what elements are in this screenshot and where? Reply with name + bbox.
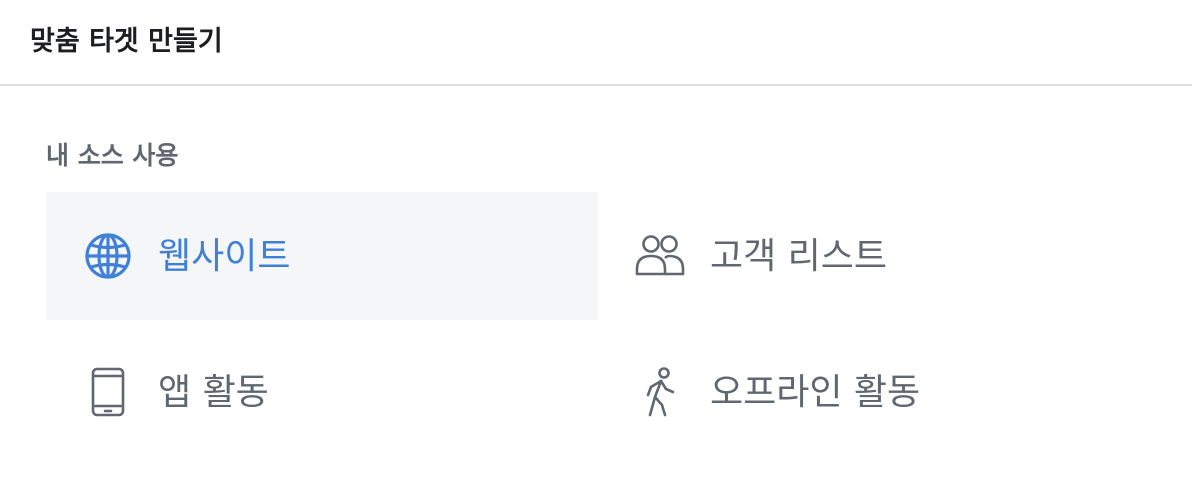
source-option-label: 웹사이트	[158, 236, 291, 277]
source-option-offline-activity[interactable]: 오프라인 활동	[598, 328, 1150, 456]
source-option-label: 오프라인 활동	[710, 372, 921, 413]
mobile-phone-icon	[82, 366, 134, 418]
source-option-app-activity[interactable]: 앱 활동	[46, 328, 598, 456]
globe-icon	[82, 230, 134, 282]
custom-audience-panel: 맞춤 타겟 만들기 내 소스 사용 웹사이트 고객 리스트 앱 활동 오프라인 …	[0, 0, 1192, 502]
panel-title: 맞춤 타겟 만들기	[30, 26, 223, 57]
source-option-label: 고객 리스트	[710, 236, 888, 277]
source-option-customer-list[interactable]: 고객 리스트	[598, 192, 1150, 320]
panel-header: 맞춤 타겟 만들기	[0, 0, 1192, 86]
source-option-website[interactable]: 웹사이트	[46, 192, 598, 320]
people-icon	[634, 230, 686, 282]
walking-person-icon	[634, 366, 686, 418]
source-option-label: 앱 활동	[158, 372, 269, 413]
section-title: 내 소스 사용	[46, 141, 179, 170]
